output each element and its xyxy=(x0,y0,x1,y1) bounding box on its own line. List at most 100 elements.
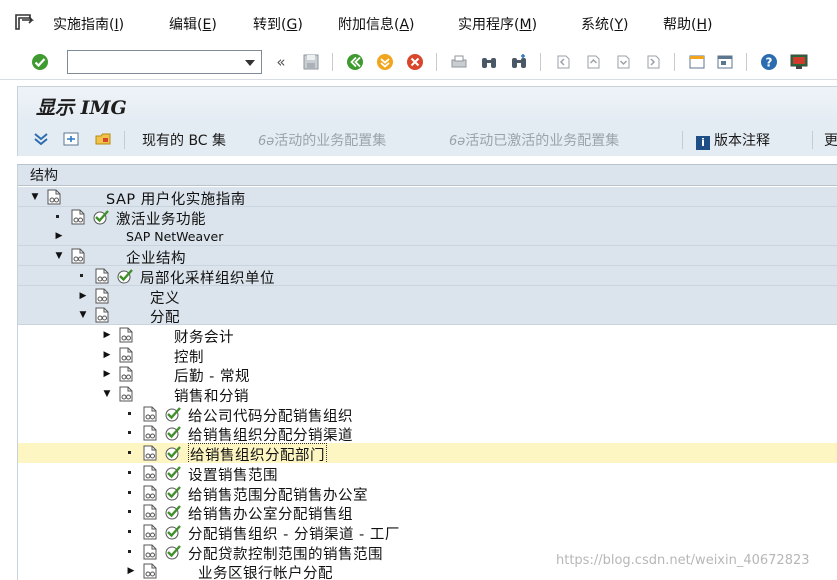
documentation-icon[interactable] xyxy=(142,445,158,461)
documentation-icon[interactable] xyxy=(142,485,158,501)
tree-row[interactable]: ▼ 销售和分销 xyxy=(18,384,837,405)
tree-row[interactable]: ▶ 后勤 - 常规 xyxy=(18,364,837,385)
tree-row[interactable]: 给公司代码分配销售组织 xyxy=(18,403,837,425)
tree-row[interactable]: ▶ 控制 xyxy=(18,344,837,366)
menu-system[interactable]: 系统(Y) xyxy=(581,14,629,34)
menu-utilities[interactable]: 实用程序(M) xyxy=(458,14,537,34)
collapse-arrow-icon[interactable]: ▼ xyxy=(102,388,112,400)
enter-icon[interactable] xyxy=(29,51,51,73)
command-input[interactable] xyxy=(68,51,238,73)
execute-activity-icon[interactable] xyxy=(92,209,110,225)
cancel-icon[interactable] xyxy=(404,51,426,73)
collapse-arrow-icon[interactable]: ▼ xyxy=(30,191,40,203)
find-next-icon[interactable] xyxy=(508,51,530,73)
title-bar: 显示 IMG xyxy=(17,86,837,122)
tree-row[interactable]: 设置销售范围 xyxy=(18,462,837,484)
expand-arrow-icon[interactable]: ▶ xyxy=(102,368,112,380)
menu-help[interactable]: 帮助(H) xyxy=(663,14,712,34)
documentation-icon[interactable] xyxy=(70,209,86,225)
activated-bc-sets-button[interactable]: 6ə活动已激活的业务配置集 xyxy=(449,130,619,150)
documentation-icon[interactable] xyxy=(142,425,158,441)
save-icon[interactable] xyxy=(300,51,322,73)
first-page-icon[interactable] xyxy=(552,51,574,73)
documentation-icon[interactable] xyxy=(94,307,110,323)
documentation-icon[interactable] xyxy=(142,504,158,520)
tree-row[interactable]: 给销售组织分配部门 xyxy=(18,443,837,467)
chevron-down-icon[interactable] xyxy=(245,60,255,66)
documentation-icon[interactable] xyxy=(142,406,158,422)
tree-row-label[interactable]: SAP NetWeaver xyxy=(126,229,223,244)
expand-arrow-icon[interactable]: ▶ xyxy=(78,290,88,302)
existing-bc-sets-button[interactable]: 现有的 BC 集 xyxy=(142,130,226,150)
execute-activity-icon[interactable] xyxy=(164,425,182,441)
active-bc-sets-button[interactable]: 6ə活动的业务配置集 xyxy=(258,130,386,150)
documentation-icon[interactable] xyxy=(46,189,62,205)
more-button[interactable]: 更 xyxy=(824,130,837,150)
documentation-icon[interactable] xyxy=(142,563,158,579)
documentation-icon[interactable] xyxy=(118,386,134,402)
tree-row[interactable]: 给销售办公室分配销售组 xyxy=(18,502,837,523)
tree-leaf-bullet xyxy=(56,214,59,218)
execute-activity-icon[interactable] xyxy=(164,445,182,461)
tree-row[interactable]: ▼ 企业结构 xyxy=(18,246,837,267)
documentation-icon[interactable] xyxy=(118,366,134,382)
execute-activity-icon[interactable] xyxy=(164,406,182,422)
customize-layout-icon[interactable] xyxy=(788,51,810,73)
tree-row[interactable]: ▼ SAP 用户化实施指南 xyxy=(18,187,837,208)
execute-activity-icon[interactable] xyxy=(164,504,182,520)
collapse-arrow-icon[interactable]: ▼ xyxy=(78,309,88,321)
shortcut-icon[interactable] xyxy=(714,51,736,73)
menu-edit[interactable]: 编辑(E) xyxy=(169,14,217,34)
menu-goto[interactable]: 转到(G) xyxy=(253,14,303,34)
collapse-arrow-icon[interactable]: ▼ xyxy=(54,250,64,262)
documentation-icon[interactable] xyxy=(118,347,134,363)
tree-row[interactable]: 给销售组织分配分销渠道 xyxy=(18,423,837,444)
tree-row[interactable]: 分配销售组织 - 分销渠道 - 工厂 xyxy=(18,521,837,543)
info-icon: i xyxy=(696,136,710,150)
tree-row[interactable]: ▶ SAP NetWeaver xyxy=(18,226,837,247)
previous-page-icon[interactable] xyxy=(582,51,604,73)
find-icon[interactable] xyxy=(478,51,500,73)
documentation-icon[interactable] xyxy=(142,524,158,540)
tree-row[interactable]: 给销售范围分配销售办公室 xyxy=(18,482,837,504)
help-icon[interactable]: ? xyxy=(758,51,780,73)
tree-row[interactable]: ▼ 分配 xyxy=(18,305,837,326)
execute-activity-icon[interactable] xyxy=(164,485,182,501)
nav-back-double-icon[interactable]: « xyxy=(270,51,292,73)
expand-arrow-icon[interactable]: ▶ xyxy=(102,349,112,361)
exit-icon[interactable] xyxy=(374,51,396,73)
command-field[interactable] xyxy=(67,50,262,74)
next-page-icon[interactable] xyxy=(612,51,634,73)
execute-activity-icon[interactable] xyxy=(116,268,134,284)
expand-arrow-icon[interactable]: ▶ xyxy=(102,329,112,341)
menu-implementation-guide[interactable]: 实施指南(I) xyxy=(53,14,124,34)
tree-row[interactable]: ▶ 定义 xyxy=(18,285,837,307)
documentation-icon[interactable] xyxy=(94,268,110,284)
expand-arrow-icon[interactable]: ▶ xyxy=(126,565,136,577)
menu-icon[interactable] xyxy=(14,12,38,32)
expand-all-icon[interactable] xyxy=(30,128,52,150)
back-icon[interactable] xyxy=(344,51,366,73)
folder-icon[interactable] xyxy=(92,128,114,150)
menu-extras[interactable]: 附加信息(A) xyxy=(338,14,415,34)
expand-arrow-icon[interactable]: ▶ xyxy=(54,230,64,242)
tree-row[interactable]: 激活业务功能 xyxy=(18,206,837,228)
documentation-icon[interactable] xyxy=(118,327,134,343)
documentation-icon[interactable] xyxy=(70,248,86,264)
new-session-icon[interactable] xyxy=(686,51,708,73)
execute-activity-icon[interactable] xyxy=(164,544,182,560)
last-page-icon[interactable] xyxy=(642,51,664,73)
documentation-icon[interactable] xyxy=(142,544,158,560)
tree-leaf-bullet xyxy=(128,411,131,415)
tree-row[interactable]: ▶ 财务会计 xyxy=(18,324,837,346)
tree-leaf-bullet xyxy=(128,431,131,435)
tree-row-label[interactable]: 业务区银行帐户分配 xyxy=(198,562,333,580)
execute-activity-icon[interactable] xyxy=(164,524,182,540)
execute-activity-icon[interactable] xyxy=(164,465,182,481)
tree-row[interactable]: 局部化采样组织单位 xyxy=(18,265,837,287)
print-icon[interactable] xyxy=(448,51,470,73)
release-notes-button[interactable]: i 版本注释 xyxy=(696,130,770,150)
documentation-icon[interactable] xyxy=(94,288,110,304)
documentation-icon[interactable] xyxy=(142,465,158,481)
collapse-icon[interactable] xyxy=(60,128,82,150)
